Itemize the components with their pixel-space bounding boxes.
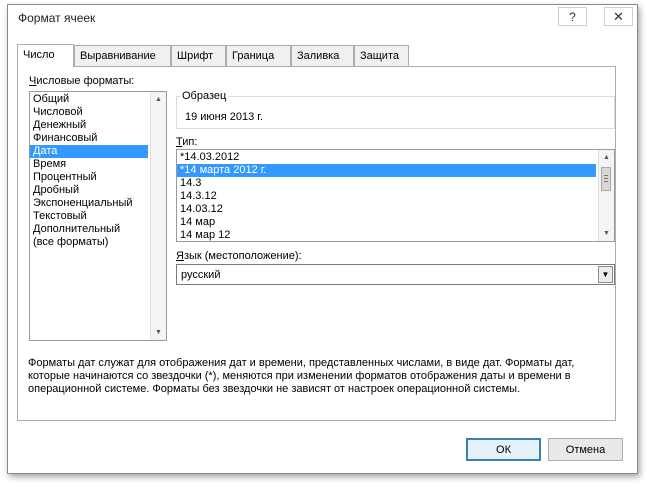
locale-label: Язык (местоположение): [176,250,302,262]
scroll-thumb[interactable] [601,167,611,191]
number-formats-scrollbar[interactable]: ▲ ▼ [150,92,166,340]
sample-value: 19 июня 2013 г. [185,111,264,123]
tab-label: Заливка [297,50,340,62]
list-item[interactable]: Дополнительный [30,223,166,236]
help-button[interactable]: ? [558,7,587,26]
tab-alignment[interactable]: Выравнивание [74,45,171,66]
scroll-down-icon[interactable]: ▼ [151,325,166,340]
locale-value: русский [181,269,221,281]
help-icon: ? [569,9,576,24]
locale-select[interactable]: русский ▼ [176,264,615,285]
chevron-down-icon[interactable]: ▼ [598,266,613,283]
list-item[interactable]: Процентный [30,171,166,184]
number-formats-label: Числовые форматы: [29,75,135,87]
list-item-selected[interactable]: *14 марта 2012 г. [177,164,596,177]
list-item[interactable]: 14.03.12 [177,203,614,216]
list-item[interactable]: 14.3 [177,177,614,190]
list-item[interactable]: Дробный [30,184,166,197]
tab-border[interactable]: Граница [226,45,291,66]
list-item[interactable]: Общий [30,93,166,106]
title-bar[interactable]: Формат ячеек ? ✕ [8,5,637,31]
list-item[interactable]: Числовой [30,106,166,119]
type-scrollbar[interactable]: ▲ ▼ [598,150,614,241]
list-item[interactable]: Текстовый [30,210,166,223]
tab-font[interactable]: Шрифт [171,45,226,66]
tab-label: Число [23,49,55,61]
type-list[interactable]: *14.03.2012 *14 марта 2012 г. 14.3 14.3.… [176,149,615,242]
tab-label: Граница [232,50,275,62]
ok-label: ОК [496,443,511,456]
ok-button[interactable]: ОК [466,438,541,461]
tab-label: Шрифт [177,50,214,62]
scroll-down-icon[interactable]: ▼ [599,226,614,241]
list-item[interactable]: 14.3.12 [177,190,614,203]
list-item[interactable]: 14 мар 12 [177,229,614,242]
list-item[interactable]: Финансовый [30,132,166,145]
scroll-up-icon[interactable]: ▲ [599,150,614,165]
cancel-button[interactable]: Отмена [548,438,623,461]
list-item-selected[interactable]: Дата [30,145,148,158]
scroll-up-icon[interactable]: ▲ [151,92,166,107]
list-item[interactable]: (все форматы) [30,236,166,249]
tab-number[interactable]: Число [17,44,74,67]
list-item[interactable]: 14 мар [177,216,614,229]
close-button[interactable]: ✕ [604,7,633,26]
type-label: Тип: [176,136,198,148]
tab-protection[interactable]: Защита [354,45,409,66]
sample-label: Образец [180,90,229,102]
tab-fill[interactable]: Заливка [291,45,354,66]
list-item[interactable]: Время [30,158,166,171]
list-item[interactable]: Экспоненциальный [30,197,166,210]
list-item[interactable]: Денежный [30,119,166,132]
tab-label: Выравнивание [80,50,156,62]
tab-label: Защита [360,50,399,62]
list-item[interactable]: *14.03.2012 [177,151,614,164]
close-icon: ✕ [613,8,624,24]
dialog-title: Формат ячеек [18,11,96,25]
cancel-label: Отмена [565,443,606,456]
number-formats-list[interactable]: Общий Числовой Денежный Финансовый Дата … [29,91,167,341]
format-description: Форматы дат служат для отображения дат и… [28,357,575,395]
